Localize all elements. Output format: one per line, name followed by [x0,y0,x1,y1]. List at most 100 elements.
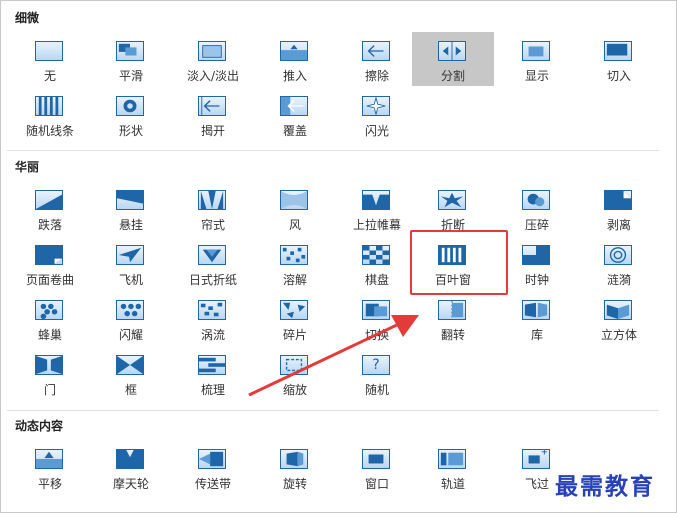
section-title-exciting: 华丽 [15,160,40,174]
transition-item-label: 剥离 [606,218,631,232]
transition-thumbnail-icon [116,245,144,265]
transition-thumbnail-icon [35,300,63,320]
transition-item[interactable]: 时钟 [496,236,578,290]
transition-item[interactable]: 平移 [9,440,91,494]
transition-item-label: 跌落 [37,218,62,232]
transition-thumbnail-icon [35,449,63,469]
transition-thumbnail-icon [438,300,466,320]
transition-thumbnail-icon [362,41,390,61]
transition-item-label: 轨道 [440,477,465,491]
transition-item-label: 形状 [118,124,143,138]
transition-item[interactable]: 随机线条 [9,87,91,141]
transition-item[interactable]: 无 [9,32,91,86]
transition-thumbnail-icon [522,245,550,265]
watermark-logo: 最需教育 [555,473,655,500]
transition-thumbnail-icon [198,96,226,116]
transition-item[interactable]: 显示 [496,32,578,86]
transition-item[interactable]: 上拉帷幕 [336,181,418,235]
transition-item-label: 传送带 [194,477,231,491]
transition-thumbnail-icon [280,245,308,265]
vertical-scrollbar[interactable] [659,1,676,512]
annotation-highlight-box [410,230,508,295]
transition-thumbnail-icon [198,449,226,469]
transition-gallery: 细微 无 平滑 淡入/淡出 推入 擦除 分割 显示 切入随机线条 形状 揭开 覆盖 闪光 华丽 跌落 悬… [0,0,677,513]
transition-item[interactable]: 覆盖 [254,87,336,141]
transition-item-label: 摩天轮 [112,477,149,491]
transition-item[interactable]: 折断 [412,181,494,235]
transition-thumbnail-icon [35,41,63,61]
transition-item-label: 悬挂 [118,218,143,232]
transition-thumbnail-icon [116,96,144,116]
transition-item-label: 飞机 [118,273,143,287]
transition-item-label: 框 [124,383,137,397]
transition-item[interactable]: 棋盘 [336,236,418,290]
transition-item-label: 蜂巢 [37,328,62,342]
transition-item-label: 风 [288,218,301,232]
section-divider [7,150,659,151]
transition-item[interactable]: 剥离 [578,181,660,235]
transition-thumbnail-icon [604,245,632,265]
transition-thumbnail-icon [280,96,308,116]
transition-item[interactable]: 溶解 [254,236,336,290]
transition-item-label: 覆盖 [282,124,307,138]
transition-item[interactable]: 淡入/淡出 [172,32,254,86]
transition-item-label: 闪光 [364,124,389,138]
transition-item[interactable]: 蜂巢 [9,291,91,345]
transition-item[interactable]: 切入 [578,32,660,86]
transition-item[interactable]: 窗口 [336,440,418,494]
transition-item[interactable]: 摩天轮 [90,440,172,494]
transition-item[interactable]: 闪光 [336,87,418,141]
transition-thumbnail-icon [362,245,390,265]
transition-item[interactable]: 揭开 [172,87,254,141]
transition-item[interactable]: 立方体 [578,291,660,345]
transition-thumbnail-icon [35,355,63,375]
transition-item[interactable]: 跌落 [9,181,91,235]
transition-item[interactable]: 闪耀 [90,291,172,345]
transition-item-label: 窗口 [364,477,389,491]
transition-thumbnail-icon [438,190,466,210]
transition-item[interactable]: 涟漪 [578,236,660,290]
transition-thumbnail-icon [198,355,226,375]
transition-item[interactable]: 框 [90,346,172,400]
transition-item[interactable]: 擦除 [336,32,418,86]
transition-item[interactable]: 分割 [412,32,494,86]
transition-thumbnail-icon [116,355,144,375]
transition-item[interactable]: 帘式 [172,181,254,235]
transition-item[interactable]: 库 [496,291,578,345]
transition-item-label: 擦除 [364,69,389,83]
transition-item[interactable]: 形状 [90,87,172,141]
transition-item[interactable]: 门 [9,346,91,400]
transition-thumbnail-icon [198,190,226,210]
transition-thumbnail-icon [362,449,390,469]
transition-thumbnail-icon [280,190,308,210]
transition-thumbnail-icon [35,190,63,210]
transition-item-label: 帘式 [200,218,225,232]
transition-item[interactable]: 推入 [254,32,336,86]
transition-item[interactable]: 悬挂 [90,181,172,235]
transition-item-label: 门 [43,383,56,397]
transition-item[interactable]: 压碎 [496,181,578,235]
transition-item-label: 平滑 [118,69,143,83]
transition-thumbnail-icon [198,245,226,265]
transition-item[interactable]: 风 [254,181,336,235]
transition-thumbnail-icon [280,41,308,61]
transition-item[interactable]: 轨道 [412,440,494,494]
transition-thumbnail-icon [198,41,226,61]
transition-item-label: 揭开 [200,124,225,138]
transition-item[interactable]: 飞机 [90,236,172,290]
transition-thumbnail-icon [438,41,466,61]
transition-item[interactable]: 平滑 [90,32,172,86]
transition-item-label: 分割 [440,69,465,83]
transition-item[interactable]: 旋转 [254,440,336,494]
transition-item[interactable]: 页面卷曲 [9,236,91,290]
transition-item-label: 随机线条 [25,124,74,138]
transition-item-label: 淡入/淡出 [186,69,240,83]
transition-thumbnail-icon [522,300,550,320]
transition-thumbnail-icon [522,449,550,469]
transition-thumbnail-icon [35,245,63,265]
section-title-dynamic: 动态内容 [15,419,64,433]
transition-item[interactable]: 日式折纸 [172,236,254,290]
transition-item[interactable]: 传送带 [172,440,254,494]
section-title-subtle: 细微 [15,11,40,25]
transition-thumbnail-icon [604,190,632,210]
